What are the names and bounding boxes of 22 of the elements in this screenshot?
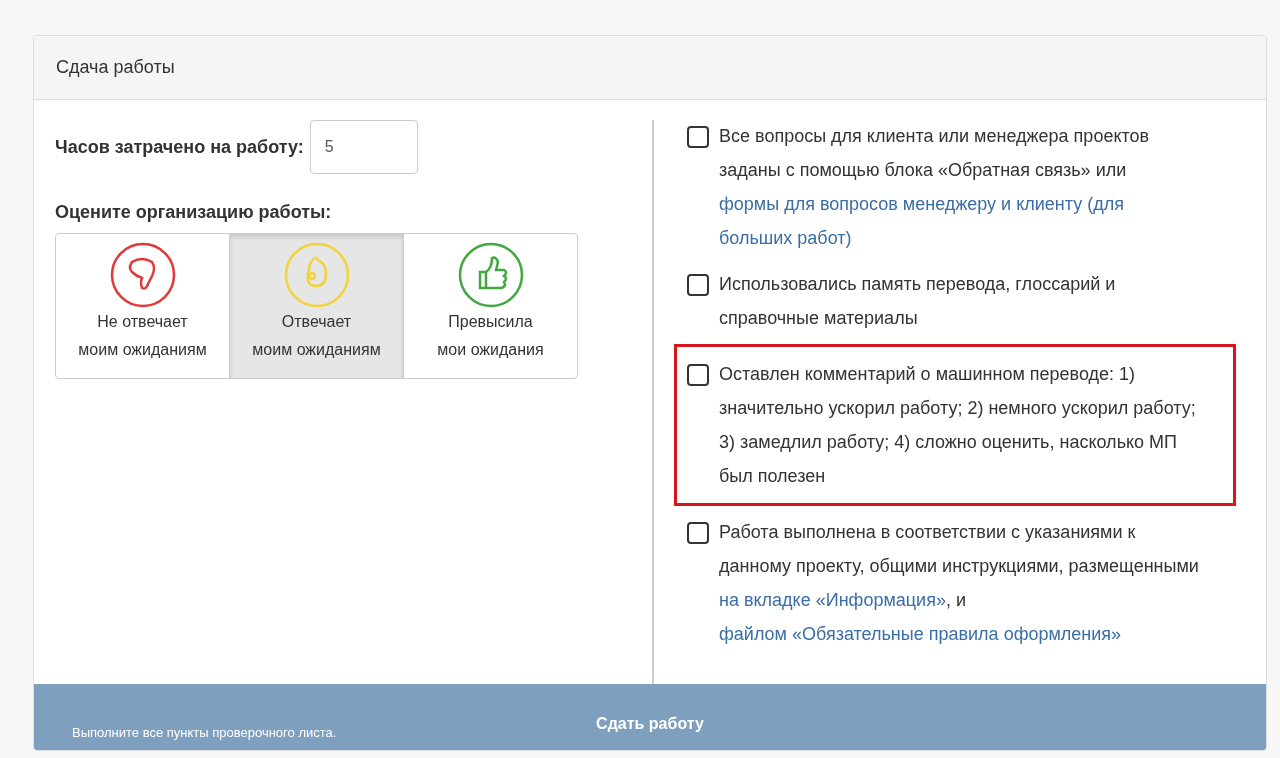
checkbox[interactable] — [687, 522, 709, 544]
rating-option[interactable]: Отвечает моим ожиданиям — [229, 233, 404, 379]
thumbs-up-icon — [457, 242, 524, 308]
checklist-text: Все вопросы для клиента или менеджера проектов заданы с помощью блока «Обратная связь» или формы для вопросов менеджеру и клиенту (для больших работ) — [719, 125, 1151, 250]
hours-field[interactable]: 5 — [309, 120, 418, 174]
hand-icon — [283, 242, 350, 308]
checklist-text: Оставлен комментарий о машинном переводе: 1) значительно ускорил работу; 2) немного ускорил работу; 3) замедлил работу; 4) сложно оценить, насколько МП был полезен — [719, 363, 1197, 488]
link[interactable]: на вкладке «Информация» — [719, 590, 946, 610]
rating-option[interactable]: Не отвечает моим ожиданиям — [55, 233, 230, 379]
panel-title: Сдача работы — [34, 36, 1266, 100]
checklist-text: Работа выполнена в соответствии с указаниями к данному проекту, общими инструкциями, размещенными на вкладке «Информация», и файлом «Обязательные правила оформления» — [719, 521, 1200, 646]
checkbox[interactable] — [687, 274, 709, 296]
link[interactable]: файлом «Обязательные правила оформления» — [719, 624, 1122, 644]
hours-label: Часов затрачено на работу: — [55, 136, 304, 158]
link[interactable]: больших работ) — [719, 228, 852, 248]
rating-option[interactable]: Превысила мои ожидания — [403, 233, 578, 379]
thumbs-down-icon — [109, 242, 176, 308]
rating-label: Оцените организацию работы: — [55, 202, 332, 222]
checkbox[interactable] — [687, 126, 709, 148]
checkbox[interactable] — [687, 364, 709, 386]
checklist-text: Использовались память перевода, глоссарий и справочные материалы — [719, 273, 1117, 330]
link[interactable]: формы для вопросов менеджеру и клиенту (для — [719, 194, 1124, 214]
